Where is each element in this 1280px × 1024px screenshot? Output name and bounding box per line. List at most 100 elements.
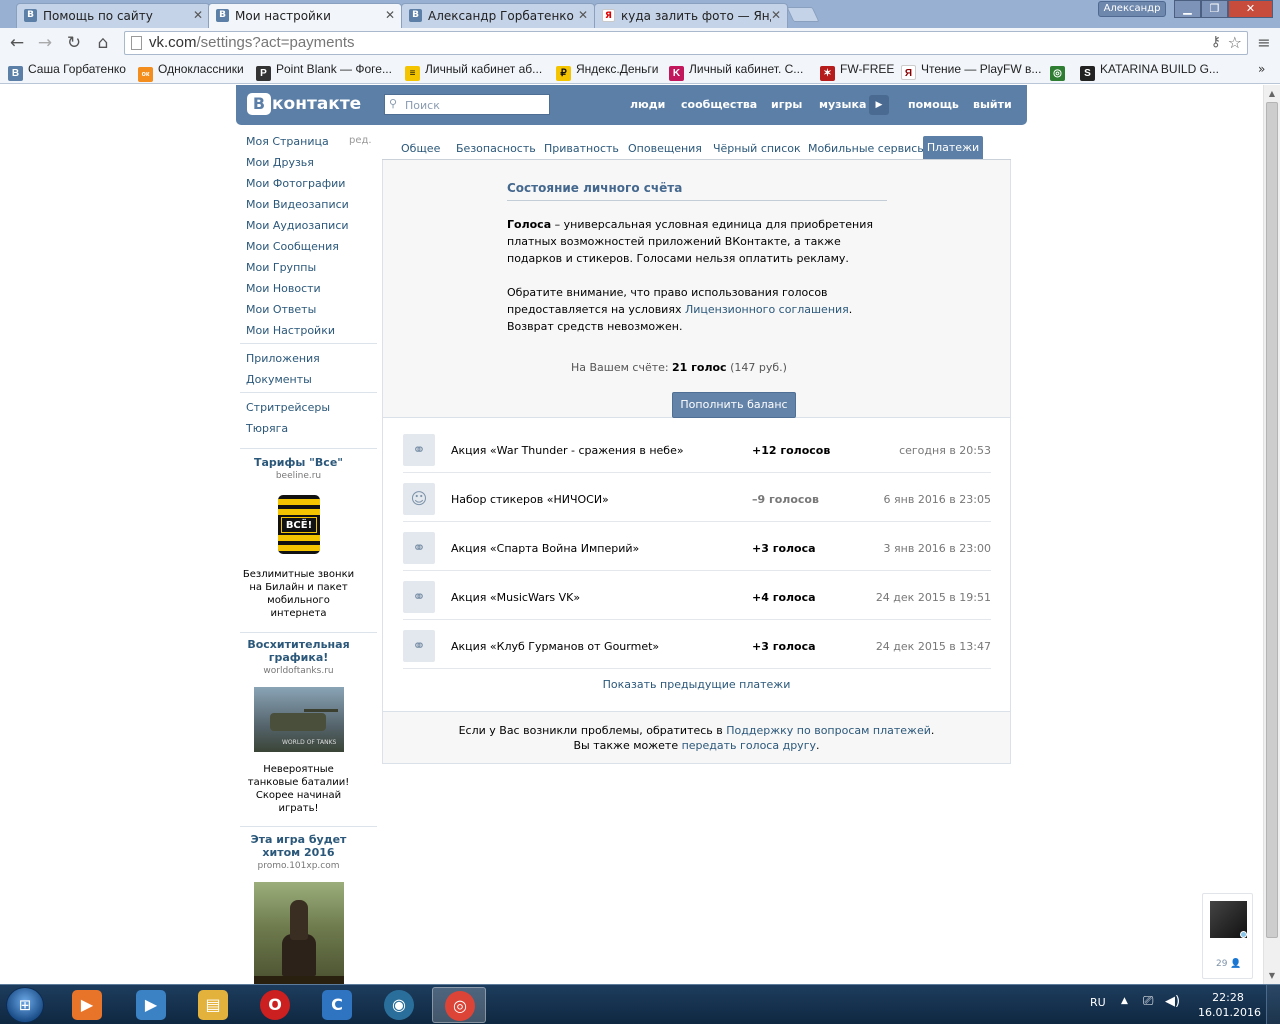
close-icon[interactable]: ✕ [578,8,588,22]
search-icon: ⚲ [389,97,398,110]
forward-arrow-icon[interactable]: → [34,32,56,54]
scrollbar-thumb[interactable] [1266,102,1278,938]
nav-communities[interactable]: сообщества [681,98,757,111]
bookmark-sasha[interactable]: В Саша Горбатенко [8,62,126,81]
ad-worldoftanks-image[interactable]: WORLD OF TANKS [254,687,344,752]
back-arrow-icon[interactable]: ← [6,32,28,54]
bookmark-fwfree[interactable]: ✶ FW-FREE [820,62,894,81]
network-icon[interactable]: ⎚ [1143,994,1153,1009]
payment-support-link[interactable]: Поддержку по вопросам платежей [726,724,931,737]
tab-privacy[interactable]: Приватность [544,142,619,155]
transfer-votes-link[interactable]: передать голоса другу [682,739,816,752]
ad-101xp-image[interactable] [254,882,344,984]
wrench-icon[interactable]: ⚷ [1211,34,1221,50]
clock[interactable]: 22:28 16.01.2016 [1198,990,1261,1020]
menu-answers[interactable]: Мои Ответы [246,303,316,319]
menu-apps[interactable]: Приложения [246,352,320,368]
browser-tab-settings[interactable]: В Мои настройки ✕ [208,3,402,29]
bookmark-katarina-logo[interactable]: ◎ [1050,62,1070,81]
menu-friends[interactable]: Мои Друзья [246,156,314,172]
vk-favicon-icon: В [24,9,37,22]
address-bar[interactable]: vk.com/settings?act=payments ⚷ ☆ [124,31,1248,55]
language-indicator[interactable]: RU [1090,996,1106,1009]
bookmark-cabinet[interactable]: K Личный кабинет. С... [669,62,803,81]
bookmark-playfw[interactable]: Я Чтение — PlayFW в... [901,62,1041,80]
bookmark-katarina[interactable]: S KATARINA BUILD G... [1080,62,1219,81]
nav-games[interactable]: игры [771,98,802,111]
tray-expand-icon[interactable]: ▲ [1121,996,1128,1006]
tab-security[interactable]: Безопасность [456,142,536,155]
browser-tab-profile[interactable]: В Александр Горбатенко ✕ [401,3,595,28]
menu-audios[interactable]: Мои Аудиозаписи [246,219,349,235]
new-tab-button[interactable] [786,7,820,22]
taskbar-chrome[interactable]: ◎ [432,987,486,1023]
ad-101xp[interactable]: Эта игра будет хитом 2016 promo.101xp.co… [240,833,357,871]
ad-title[interactable]: Эта игра будет хитом 2016 [240,833,357,859]
menu-icon[interactable]: ≡ [1254,32,1274,54]
show-desktop-button[interactable] [1266,985,1280,1024]
window-user-badge[interactable]: Александр [1098,1,1166,17]
license-agreement-link[interactable]: Лицензионного соглашения [685,303,849,316]
start-button[interactable]: ⊞ [6,987,44,1023]
close-icon[interactable]: ✕ [771,8,781,22]
nav-people[interactable]: люди [630,98,665,111]
bookmark-yandex-money[interactable]: ₽ Яндекс.Деньги [556,62,658,81]
home-icon[interactable]: ⌂ [92,32,114,54]
page-scrollbar[interactable]: ▲ ▼ [1263,85,1280,984]
bookmark-ok[interactable]: ок Одноклассники [138,62,244,82]
smile-icon: ☺ [403,483,435,515]
star-icon[interactable]: ☆ [1228,33,1242,52]
menu-groups[interactable]: Мои Группы [246,261,316,277]
show-previous-payments-link[interactable]: Показать предыдущие платежи [383,678,1010,691]
menu-messages[interactable]: Мои Сообщения [246,240,339,256]
bookmarks-more-icon[interactable]: » [1258,62,1265,76]
menu-videos[interactable]: Мои Видеозаписи [246,198,349,214]
minimize-button[interactable]: ▁ [1174,0,1201,18]
nav-help[interactable]: помощь [908,98,959,111]
menu-group-streetracers[interactable]: Стритрейсеры [246,401,330,417]
menu-settings[interactable]: Мои Настройки [246,324,335,340]
browser-tab-yandex[interactable]: Я куда залить фото — Янде ✕ [594,3,788,28]
taskbar-opera[interactable]: O [248,987,302,1023]
browser-tab-help[interactable]: В Помощь по сайту ✕ [16,3,210,28]
nav-music[interactable]: музыка [819,98,866,111]
bookmark-pointblank[interactable]: P Point Blank — Фоге... [256,62,392,81]
ad-beeline[interactable]: Тарифы "Все" beeline.ru [240,456,357,481]
search-input[interactable]: ⚲ Поиск [384,94,550,115]
maximize-button[interactable]: ❐ [1201,0,1228,18]
top-up-balance-button[interactable]: Пополнить баланс [672,392,796,418]
bookmark-beeline[interactable]: ≡ Личный кабинет аб... [405,62,542,81]
taskbar-media-player[interactable]: ▶ [60,987,114,1023]
nav-logout[interactable]: выйти [973,98,1012,111]
scroll-up-icon[interactable]: ▲ [1264,85,1280,102]
play-icon[interactable]: ▶ [869,95,889,115]
chat-widget[interactable]: 29 👤 [1202,893,1253,979]
taskbar-explorer[interactable]: ▤ [186,987,240,1023]
vk-logo[interactable]: Вконтакте [247,93,361,117]
ad-title[interactable]: Восхитительная графика! [240,638,357,664]
ad-domain: beeline.ru [275,471,322,481]
menu-group-turyaga[interactable]: Тюряга [246,422,288,438]
tab-payments[interactable]: Платежи [923,136,983,160]
menu-edit-link[interactable]: ред. [349,135,372,146]
taskbar-app-c[interactable]: C [310,987,364,1023]
tab-general[interactable]: Общее [401,142,440,155]
tab-notifications[interactable]: Оповещения [628,142,702,155]
menu-news[interactable]: Мои Новости [246,282,321,298]
menu-my-page[interactable]: Моя Страница [246,135,329,151]
volume-icon[interactable]: ◀) [1165,994,1180,1009]
ad-worldoftanks[interactable]: Восхитительная графика! worldoftanks.ru [240,638,357,676]
close-icon[interactable]: ✕ [385,8,395,22]
taskbar-steam[interactable]: ◉ [372,987,426,1023]
close-window-button[interactable]: ✕ [1228,0,1273,18]
reload-icon[interactable]: ↻ [63,32,85,54]
taskbar-video-app[interactable]: ▶ [124,987,178,1023]
menu-documents[interactable]: Документы [246,373,312,389]
ad-title[interactable]: Тарифы "Все" [240,456,357,469]
close-icon[interactable]: ✕ [193,8,203,22]
tab-blacklist[interactable]: Чёрный список [713,142,801,155]
ad-beeline-image[interactable]: ВСЁ! [278,495,320,554]
menu-photos[interactable]: Мои Фотографии [246,177,345,193]
tab-mobile[interactable]: Мобильные сервисы [808,142,926,155]
scroll-down-icon[interactable]: ▼ [1264,967,1280,984]
